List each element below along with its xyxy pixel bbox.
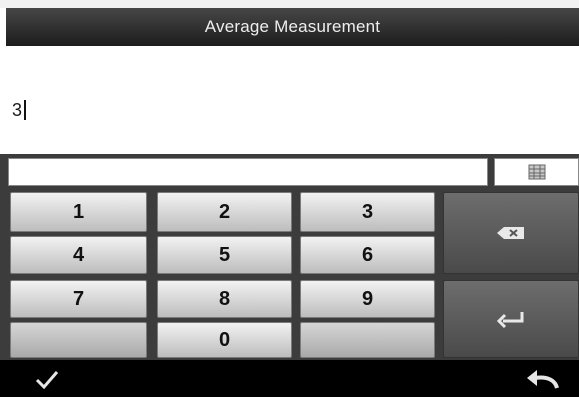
key-3[interactable]: 3: [300, 192, 435, 232]
back-arrow-icon: [527, 370, 559, 389]
back-button[interactable]: [522, 364, 562, 394]
key-4[interactable]: 4: [10, 236, 147, 274]
backspace-button[interactable]: [443, 192, 579, 274]
page-title: Average Measurement: [204, 17, 381, 36]
key-7[interactable]: 7: [10, 280, 147, 318]
key-2[interactable]: 2: [157, 192, 292, 232]
keyboard-layout-button[interactable]: [494, 158, 579, 186]
top-strip: [0, 0, 579, 8]
key-5[interactable]: 5: [157, 236, 292, 274]
key-0[interactable]: 0: [157, 322, 292, 358]
enter-icon: [496, 312, 524, 328]
key-1[interactable]: 1: [10, 192, 147, 232]
bottom-bar: [0, 360, 579, 397]
confirm-button[interactable]: [30, 364, 64, 394]
blank-key-left[interactable]: [10, 322, 147, 358]
key-8[interactable]: 8: [157, 280, 292, 318]
numeric-keyboard: 1 2 3 4 5 6 7 8 9 0: [0, 154, 579, 360]
backspace-icon: [497, 227, 524, 239]
checkmark-icon: [35, 371, 59, 389]
text-caret: [24, 100, 27, 120]
title-bar: Average Measurement: [6, 8, 579, 46]
keyboard-field-row: [8, 158, 579, 186]
blank-key-right[interactable]: [300, 322, 435, 358]
input-field[interactable]: 3: [12, 98, 27, 122]
input-area[interactable]: [0, 46, 579, 154]
grid-icon: [528, 164, 545, 180]
key-9[interactable]: 9: [300, 280, 435, 318]
key-6[interactable]: 6: [300, 236, 435, 274]
input-value: 3: [12, 99, 23, 120]
candidate-field[interactable]: [8, 158, 488, 186]
enter-button[interactable]: [443, 280, 579, 358]
